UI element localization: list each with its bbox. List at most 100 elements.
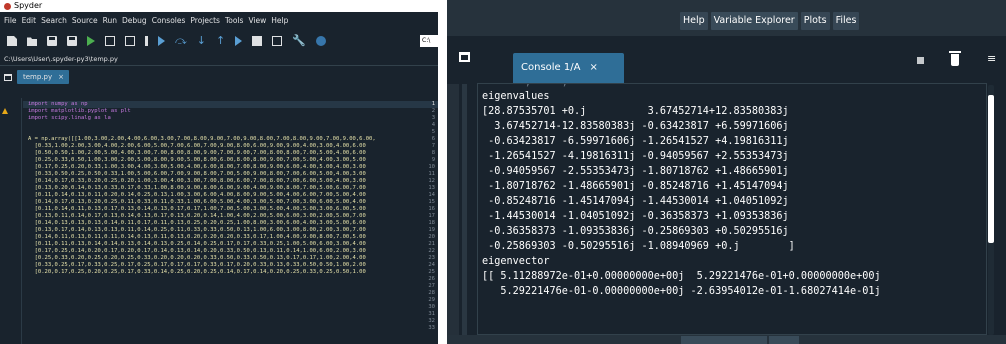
menu-debug[interactable]: Debug bbox=[122, 12, 147, 30]
browse-tabs-icon[interactable] bbox=[4, 73, 12, 81]
left-dock-strip-inner bbox=[462, 84, 467, 344]
maximize-pane-icon[interactable] bbox=[272, 36, 283, 46]
code-line: [0.14,0.17,0.33,0.20,0.25,0.20,1.00,3.00… bbox=[28, 178, 366, 184]
line-number: 4 bbox=[431, 122, 435, 128]
save-all-icon[interactable] bbox=[67, 36, 77, 46]
console-line: -0.36358373 -1.09353836j -0.25869303 +0.… bbox=[482, 226, 789, 237]
console-line: -0.25869303 -0.50295516j -1.08940969 +0.… bbox=[482, 241, 795, 252]
tab-temp-py[interactable]: temp.py × bbox=[17, 70, 69, 84]
close-icon[interactable]: × bbox=[589, 53, 597, 83]
code-line-import: import matplotlib.pyplot as plt bbox=[28, 108, 131, 114]
new-file-icon[interactable] bbox=[7, 36, 17, 46]
menu-help[interactable]: Help bbox=[271, 12, 288, 30]
console-line: -0.94059567 -2.55353473j -1.80718762 +1.… bbox=[482, 166, 789, 177]
line-number: 20 bbox=[428, 234, 435, 240]
trash-icon[interactable] bbox=[949, 51, 961, 66]
bottom-tab-history[interactable] bbox=[769, 336, 799, 344]
stop-debug-icon[interactable] bbox=[252, 36, 263, 46]
menu-projects[interactable]: Projects bbox=[190, 12, 220, 30]
pane-gap bbox=[438, 0, 447, 344]
close-icon[interactable]: × bbox=[58, 70, 64, 84]
console-line: -1.80718762 -1.48665901j -0.85248716 +1.… bbox=[482, 181, 789, 192]
console-line: 3.67452714-12.83580383j -0.63423817 +6.5… bbox=[482, 121, 789, 132]
code-line-import: import numpy as np bbox=[28, 101, 88, 107]
preferences-wrench-icon[interactable]: 🔧 bbox=[292, 35, 306, 46]
left-dock-strip bbox=[447, 84, 459, 344]
open-folder-icon[interactable] bbox=[27, 37, 37, 46]
tab-console[interactable]: Console 1/A × bbox=[513, 53, 624, 83]
console-line: -1.44530014 -1.04051092j -0.36358373 +1.… bbox=[482, 211, 789, 222]
tab-help[interactable]: Help bbox=[680, 12, 708, 30]
console-tab-label: Console 1/A bbox=[521, 62, 581, 73]
line-number: 2 bbox=[431, 108, 435, 114]
console-window: Help Variable Explorer Plots Files Conso… bbox=[447, 0, 1006, 344]
main-toolbar: ⤼ ↓ ↑ 🔧 C:\ bbox=[0, 30, 438, 52]
code-line: [0.33,1.00,2.00,3.00,4.00,2.00,6.00,5.00… bbox=[28, 143, 366, 149]
code-editor[interactable]: import numpy as np import matplotlib.pypl… bbox=[0, 98, 438, 344]
step-icon[interactable]: ⤼ bbox=[175, 35, 187, 46]
line-number: 6 bbox=[431, 136, 435, 142]
editor-tab-row: temp.py × bbox=[0, 68, 438, 86]
save-icon[interactable] bbox=[47, 36, 57, 46]
line-number: 32 bbox=[428, 318, 435, 324]
console-line: [[ 5.11288972e-01+0.00000000e+00j 5.2922… bbox=[482, 271, 881, 282]
console-line: 5.29221476e-01-0.00000000e+00j -2.639540… bbox=[482, 286, 881, 297]
line-number: 3 bbox=[431, 115, 435, 121]
working-directory-combo[interactable]: C:\ bbox=[420, 35, 438, 47]
stop-icon[interactable] bbox=[917, 57, 924, 64]
file-path-bar: C:\Users\User\.spyder-py3\temp.py bbox=[0, 52, 438, 66]
line-number: 30 bbox=[428, 304, 435, 310]
debug-icon[interactable] bbox=[158, 36, 165, 46]
spyder-editor-window: Spyder File Edit Search Source Run Debug… bbox=[0, 0, 438, 344]
code-line: [0.13,0.20,0.14,0.13,0.33,0.17,0.33,1.00… bbox=[28, 185, 366, 191]
step-into-icon[interactable]: ↓ bbox=[197, 35, 206, 46]
python-path-icon[interactable] bbox=[315, 36, 326, 46]
line-number: 25 bbox=[428, 269, 435, 275]
menu-view[interactable]: View bbox=[248, 12, 266, 30]
console-line: eigenvector bbox=[482, 256, 550, 267]
menu-consoles[interactable]: Consoles bbox=[152, 12, 186, 30]
scrollbar-thumb[interactable] bbox=[988, 95, 994, 243]
code-line: [0.14,0.13,0.13,0.13,0.14,0.11,0.17,0.11… bbox=[28, 220, 366, 226]
title-bar: Spyder bbox=[0, 0, 438, 12]
line-number: 17 bbox=[428, 213, 435, 219]
line-number: 8 bbox=[431, 150, 435, 156]
line-number: 26 bbox=[428, 276, 435, 282]
menu-tools[interactable]: Tools bbox=[225, 12, 243, 30]
options-menu-icon[interactable]: ≡ bbox=[987, 53, 999, 65]
spyder-logo-icon bbox=[4, 2, 11, 10]
continue-icon[interactable] bbox=[235, 36, 243, 46]
warning-icon bbox=[2, 108, 8, 114]
bottom-tab-bar bbox=[447, 335, 1006, 344]
run-cell-icon[interactable] bbox=[105, 36, 115, 46]
code-line-import: import scipy.linalg as la bbox=[28, 115, 111, 121]
code-line: [0.25,0.33,0.20,0.25,0.20,0.25,0.33,0.20… bbox=[28, 255, 366, 261]
line-number: 13 bbox=[428, 185, 435, 191]
tab-plots[interactable]: Plots bbox=[800, 12, 830, 30]
code-line: [0.50,0.50,1.00,2.00,5.00,4.00,3.00,7.00… bbox=[28, 150, 366, 156]
code-line: [0.13,0.11,0.14,0.17,0.13,0.14,0.13,0.17… bbox=[28, 213, 366, 219]
menu-source[interactable]: Source bbox=[72, 12, 98, 30]
run-icon[interactable] bbox=[87, 36, 95, 46]
browse-tabs-icon[interactable] bbox=[459, 52, 470, 62]
menu-run[interactable]: Run bbox=[103, 12, 117, 30]
step-return-icon[interactable]: ↑ bbox=[216, 35, 225, 46]
code-line: [0.11,0.14,0.11,0.13,0.17,0.13,0.14,0.13… bbox=[28, 206, 366, 212]
tab-files[interactable]: Files bbox=[832, 12, 860, 30]
console-output[interactable]: , , eigenvalues[28.87535701 +0.j 3.67452… bbox=[477, 83, 987, 335]
menu-search[interactable]: Search bbox=[41, 12, 67, 30]
tab-variable-explorer[interactable]: Variable Explorer bbox=[710, 12, 798, 30]
console-line: -0.85248716 -1.45147094j -1.44530014 +1.… bbox=[482, 196, 789, 207]
bottom-tab-ipython[interactable] bbox=[681, 336, 767, 344]
pane-tab-bar: Help Variable Explorer Plots Files bbox=[447, 0, 1006, 36]
line-number: 21 bbox=[428, 241, 435, 247]
code-line: [0.33,0.50,0.25,0.50,0.33,1.00,5.00,6.00… bbox=[28, 171, 366, 177]
run-cell-advance-icon[interactable] bbox=[125, 36, 135, 46]
run-selection-icon[interactable] bbox=[145, 36, 148, 46]
line-number: 15 bbox=[428, 199, 435, 205]
line-number: 29 bbox=[428, 297, 435, 303]
line-number: 18 bbox=[428, 220, 435, 226]
menu-file[interactable]: File bbox=[4, 12, 17, 30]
menu-edit[interactable]: Edit bbox=[22, 12, 37, 30]
line-number: 14 bbox=[428, 192, 435, 198]
